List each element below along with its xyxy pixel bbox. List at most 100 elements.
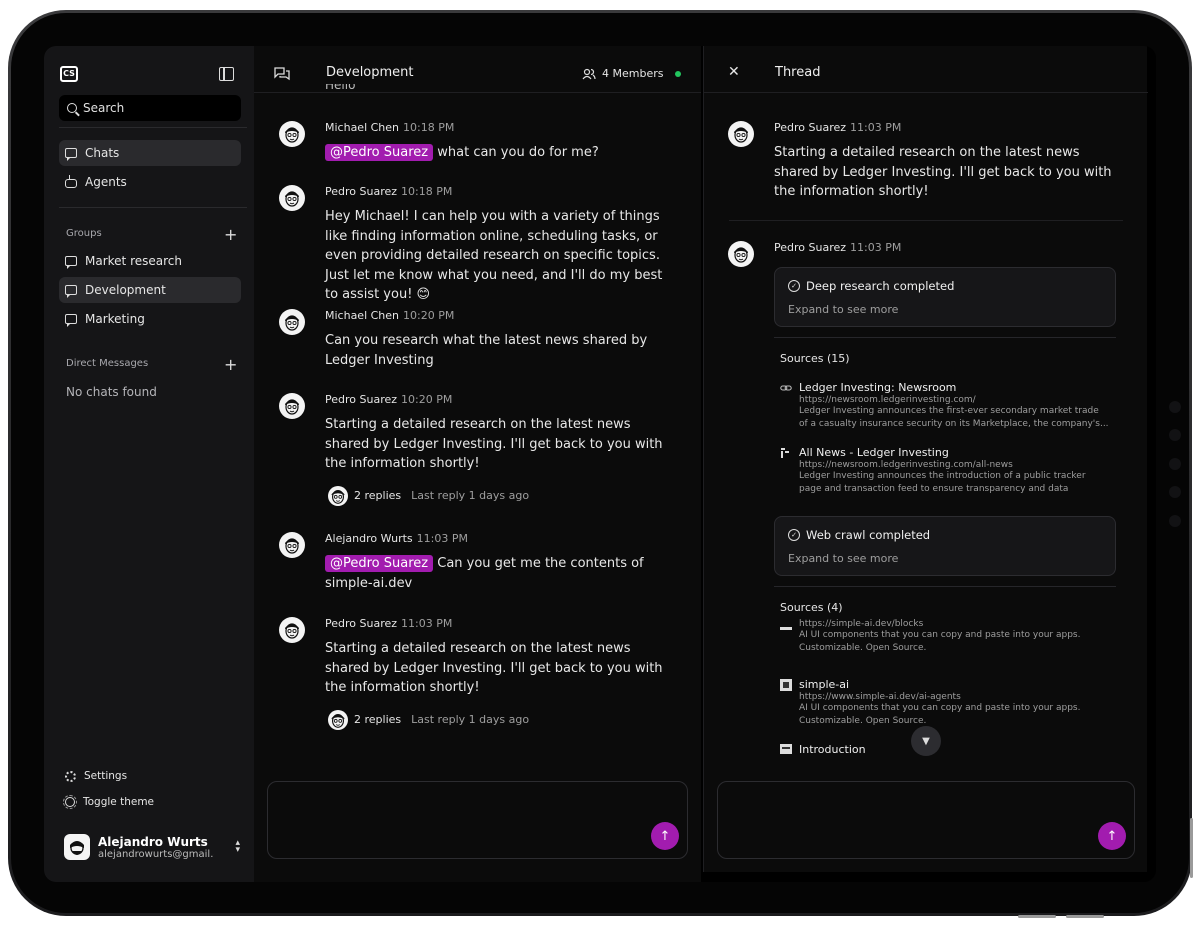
camera-dot <box>1169 486 1181 498</box>
message-time: 10:20 PM <box>403 309 455 322</box>
web-crawl-card[interactable]: ✓ Web crawl completed Expand to see more <box>774 516 1116 576</box>
source-description: Ledger Investing announces the first-eve… <box>799 406 1109 429</box>
sidebar-item-market-research[interactable]: Market research <box>59 248 241 274</box>
message-text: @Pedro Suarez what can you do for me? <box>325 143 665 163</box>
source-url: https://simple-ai.dev/blocks <box>799 619 924 629</box>
tablet-volume-button <box>1066 915 1104 918</box>
message-time: 11:03 PM <box>416 532 468 545</box>
source-description: AI UI components that you can copy and p… <box>799 630 1081 653</box>
avatar-illustration <box>331 713 345 728</box>
sidebar-item-label: Agents <box>85 175 127 189</box>
thread-replies-link[interactable]: 2 replies Last reply 1 days ago <box>328 709 665 730</box>
add-group-icon[interactable]: + <box>224 227 237 243</box>
sidebar-item-label: Development <box>85 283 166 297</box>
message-time: 11:03 PM <box>401 617 453 630</box>
message-content: Starting a detailed research on the late… <box>325 417 663 471</box>
source-url: https://newsroom.ledgerinvesting.com/ <box>799 395 976 405</box>
tool-expand-hint: Expand to see more <box>788 303 899 316</box>
deep-research-card[interactable]: ✓ Deep research completed Expand to see m… <box>774 267 1116 327</box>
toggle-sidebar-icon[interactable] <box>219 67 234 81</box>
settings-button[interactable]: Settings <box>59 763 241 789</box>
message-time: 10:18 PM <box>403 121 455 134</box>
source-item[interactable]: Introduction <box>780 743 1110 756</box>
sidebar-item-chats[interactable]: Chats <box>59 140 241 166</box>
search-icon <box>67 103 77 113</box>
message-content: Can you research what the latest news sh… <box>325 333 648 368</box>
app-logo[interactable]: CS <box>60 66 78 82</box>
send-button[interactable]: ↑ <box>1098 822 1126 850</box>
chat-message: Pedro Suarez 11:03 PM Starting a detailed … <box>279 617 665 730</box>
message-text: Starting a detailed research on the late… <box>774 145 1112 199</box>
search-label: Search <box>83 101 125 115</box>
sidebar-item-agents[interactable]: Agents <box>59 169 241 195</box>
sidebar-item-marketing[interactable]: Marketing <box>59 306 241 332</box>
message-composer[interactable]: ↑ <box>267 781 688 859</box>
chat-panel: Development 4 Members Hello Michael Chen… <box>254 46 701 882</box>
close-icon[interactable]: ✕ <box>728 64 740 80</box>
source-item[interactable]: All News - Ledger Investing https://news… <box>780 446 1110 496</box>
source-item[interactable]: Ledger Investing: Newsroom https://newsr… <box>780 381 1110 431</box>
chat-message: Alejandro Wurts 11:03 PM @Pedro Suarez Can… <box>279 532 665 593</box>
last-reply-time: Last reply 1 days ago <box>411 713 530 726</box>
message-content: what can you do for me? <box>437 145 599 160</box>
message-text: Starting a detailed research on the late… <box>325 415 665 474</box>
avatar <box>64 834 90 860</box>
scroll-down-button[interactable]: ▼ <box>911 726 941 756</box>
members-button[interactable]: 4 Members <box>582 67 663 80</box>
chevron-down-icon: ▼ <box>922 735 930 747</box>
no-chats-text: No chats found <box>66 385 157 399</box>
send-button[interactable]: ↑ <box>651 822 679 850</box>
source-title: All News - Ledger Investing <box>799 446 949 459</box>
thread-reply-composer[interactable]: ↑ <box>717 781 1135 859</box>
user-info: Alejandro Wurts alejandrowurts@gmail.com <box>98 835 214 860</box>
favicon-icon <box>780 679 792 691</box>
divider <box>774 337 1116 338</box>
chat-header: Development 4 Members <box>254 46 701 93</box>
search-button[interactable]: Search <box>59 95 241 121</box>
chat-message: Pedro Suarez 10:18 PM Hey Michael! I can h… <box>279 185 665 305</box>
source-description: AI UI components that you can copy and p… <box>799 703 1081 726</box>
thread-message: Pedro Suarez 11:03 PM Starting a detailed… <box>728 121 1114 202</box>
toggle-theme-button[interactable]: Toggle theme <box>59 789 241 815</box>
source-item[interactable]: simple-ai https://www.simple-ai.dev/ai-a… <box>780 678 1110 728</box>
channel-title: Development <box>326 65 414 80</box>
thread-title: Thread <box>775 65 821 80</box>
user-menu[interactable]: Alejandro Wurts alejandrowurts@gmail.com… <box>64 832 240 862</box>
settings-label: Settings <box>84 770 128 782</box>
tablet-volume-button <box>1018 915 1056 918</box>
tool-title: Web crawl completed <box>806 528 931 542</box>
avatar-illustration <box>734 247 748 263</box>
mention-tag[interactable]: @Pedro Suarez <box>325 144 434 161</box>
divider <box>59 127 247 128</box>
sources-heading: Sources (15) <box>780 352 850 365</box>
avatar-illustration <box>285 191 299 207</box>
avatar-illustration <box>285 315 299 331</box>
camera-dot <box>1169 515 1181 527</box>
message-text: Hey Michael! I can help you with a varie… <box>325 207 665 305</box>
message-content: Starting a detailed research on the late… <box>325 641 663 695</box>
thread-message: Pedro Suarez 11:03 PM <box>728 241 901 267</box>
last-reply-time: Last reply 1 days ago <box>411 489 530 502</box>
chat-icon <box>65 256 77 269</box>
sidebar: CS Search Chats Agents Groups + Market r… <box>44 46 254 882</box>
sidebar-item-label: Marketing <box>85 312 145 326</box>
online-status-dot <box>675 71 681 77</box>
avatar-illustration <box>331 489 345 504</box>
sidebar-item-development[interactable]: Development <box>59 277 241 303</box>
add-direct-message-icon[interactable]: + <box>224 357 237 373</box>
sidebar-item-label: Market research <box>85 254 182 268</box>
source-url: https://newsroom.ledgerinvesting.com/all… <box>799 460 1013 470</box>
camera-dot <box>1169 458 1181 470</box>
mention-tag[interactable]: @Pedro Suarez <box>325 555 434 572</box>
avatar-illustration <box>285 399 299 415</box>
source-title: simple-ai <box>799 678 850 691</box>
groups-heading: Groups <box>66 228 102 239</box>
avatar <box>279 393 305 419</box>
toggle-theme-label: Toggle theme <box>83 796 155 808</box>
thread-panel: ✕ Thread Pedro Suarez 11:03 PM Starting a… <box>703 46 1148 872</box>
thread-replies-link[interactable]: 2 replies Last reply 1 days ago <box>328 485 665 506</box>
avatar <box>279 309 305 335</box>
source-item[interactable]: https://simple-ai.dev/blocks AI UI compo… <box>780 618 1110 655</box>
chat-icon <box>65 285 77 298</box>
arrow-up-icon: ↑ <box>1106 828 1118 844</box>
